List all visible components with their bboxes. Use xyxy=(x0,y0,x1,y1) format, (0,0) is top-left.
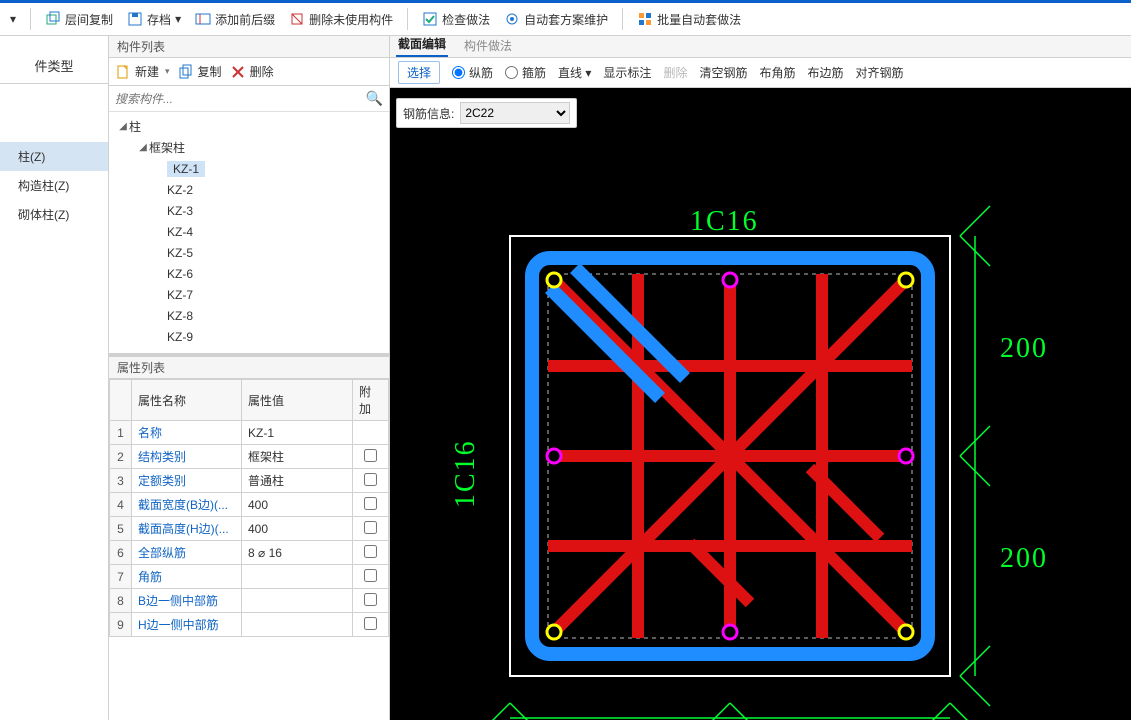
gear-icon xyxy=(504,11,520,27)
property-row[interactable]: 6全部纵筋8 ⌀ 16 xyxy=(110,541,389,565)
tree-item[interactable]: KZ-5 xyxy=(109,242,389,263)
editor-tab[interactable]: 构件做法 xyxy=(462,34,514,57)
top-dim-label: 1C16 xyxy=(690,206,759,238)
left-dim-label: 1C16 xyxy=(450,439,482,508)
component-type-item[interactable]: 柱(Z) xyxy=(0,142,108,171)
corner-rebar-button[interactable]: 布角筋 xyxy=(759,64,795,81)
tree-item[interactable]: ◢框架柱 xyxy=(109,137,389,158)
property-grid[interactable]: 属性名称属性值附加1名称KZ-12结构类别框架柱3定额类别普通柱4截面宽度(B边… xyxy=(109,379,389,720)
select-mode-button[interactable]: 选择 xyxy=(398,61,440,84)
top-toolbar: ▾ 层间复制 存档 ▾ 添加前后缀 删除未使用构件 检查做法 自动套方案维护 批… xyxy=(0,0,1131,36)
edge-rebar-button[interactable]: 布边筋 xyxy=(807,64,843,81)
property-row[interactable]: 2结构类别框架柱 xyxy=(110,445,389,469)
copy-icon xyxy=(178,64,194,80)
delete-rebar-button[interactable]: 删除 xyxy=(663,64,687,81)
delete-icon xyxy=(230,64,246,80)
component-type-item[interactable]: 构造柱(Z) xyxy=(0,171,108,200)
right-dim-1: 200 xyxy=(1000,333,1048,365)
copy-button[interactable]: 复制 xyxy=(178,63,222,80)
search-input[interactable] xyxy=(115,92,366,106)
new-icon xyxy=(115,64,131,80)
line-button[interactable]: 直线 ▾ xyxy=(558,64,591,81)
component-list-header: 构件列表 xyxy=(109,36,389,58)
section-drawing xyxy=(390,88,1131,720)
tree-item[interactable]: KZ-2 xyxy=(109,179,389,200)
clear-rebar-button[interactable]: 清空钢筋 xyxy=(699,64,747,81)
tree-item[interactable]: KZ-1 xyxy=(109,158,389,179)
rebar-info-label: 钢筋信息: xyxy=(403,105,454,122)
show-dim-button[interactable]: 显示标注 xyxy=(603,64,651,81)
property-row[interactable]: 5截面高度(H边)(...400 xyxy=(110,517,389,541)
copy-layer-button[interactable]: 层间复制 xyxy=(41,8,117,31)
auto-maintain-button[interactable]: 自动套方案维护 xyxy=(500,8,612,31)
right-dim-2: 200 xyxy=(1000,543,1048,575)
batch-icon xyxy=(637,11,653,27)
component-type-item[interactable]: 砌体柱(Z) xyxy=(0,200,108,229)
search-icon[interactable]: 🔍 xyxy=(366,90,383,107)
stirrup-radio[interactable]: 箍筋 xyxy=(505,64,546,81)
tree-item[interactable]: KZ-7 xyxy=(109,284,389,305)
editor-tab[interactable]: 截面编辑 xyxy=(396,32,448,57)
delete-button[interactable]: 删除 xyxy=(230,63,274,80)
batch-auto-button[interactable]: 批量自动套做法 xyxy=(633,8,745,31)
align-rebar-button[interactable]: 对齐钢筋 xyxy=(856,64,904,81)
editor-panel: 截面编辑构件做法 选择 纵筋 箍筋 直线 ▾ 显示标注 删除 清空钢筋 布角筋 … xyxy=(390,36,1131,720)
property-row[interactable]: 3定额类别普通柱 xyxy=(110,469,389,493)
component-tree[interactable]: ◢柱◢框架柱KZ-1KZ-2KZ-3KZ-4KZ-5KZ-6KZ-7KZ-8KZ… xyxy=(109,112,389,353)
editor-tabs: 截面编辑构件做法 xyxy=(390,36,1131,58)
property-row[interactable]: 8B边一侧中部筋 xyxy=(110,589,389,613)
property-row[interactable]: 4截面宽度(B边)(...400 xyxy=(110,493,389,517)
delete-unused-button[interactable]: 删除未使用构件 xyxy=(285,8,397,31)
check-method-button[interactable]: 检查做法 xyxy=(418,8,494,31)
dropdown-icon[interactable]: ▾ xyxy=(6,9,20,29)
tree-item[interactable]: KZ-8 xyxy=(109,305,389,326)
tree-item[interactable]: ◢柱 xyxy=(109,116,389,137)
property-row[interactable]: 7角筋 xyxy=(110,565,389,589)
copy-layer-icon xyxy=(45,11,61,27)
tree-item[interactable]: KZ-3 xyxy=(109,200,389,221)
component-list-panel: 构件列表 新建 复制 删除 🔍 ◢柱◢框架柱KZ-1KZ-2KZ-3KZ-4KZ… xyxy=(109,36,390,720)
prefix-icon xyxy=(195,11,211,27)
tree-item[interactable]: KZ-6 xyxy=(109,263,389,284)
archive-button[interactable]: 存档 ▾ xyxy=(123,8,185,31)
editor-toolbar: 选择 纵筋 箍筋 直线 ▾ 显示标注 删除 清空钢筋 布角筋 布边筋 对齐钢筋 xyxy=(390,58,1131,88)
tree-item[interactable]: KZ-4 xyxy=(109,221,389,242)
delete-unused-icon xyxy=(289,11,305,27)
property-row[interactable]: 9H边一侧中部筋 xyxy=(110,613,389,637)
new-button[interactable]: 新建 xyxy=(115,63,170,80)
property-row[interactable]: 1名称KZ-1 xyxy=(110,421,389,445)
add-prefix-button[interactable]: 添加前后缀 xyxy=(191,8,279,31)
archive-icon xyxy=(127,11,143,27)
property-list-header: 属性列表 xyxy=(109,357,389,379)
tree-item[interactable]: KZ-9 xyxy=(109,326,389,347)
rebar-info-bar: 钢筋信息: 2C22 xyxy=(396,98,577,128)
component-type-panel: 件类型 柱(Z)构造柱(Z)砌体柱(Z) xyxy=(0,36,109,720)
section-canvas[interactable]: 钢筋信息: 2C22 xyxy=(390,88,1131,720)
component-type-header: 件类型 xyxy=(0,36,108,84)
check-icon xyxy=(422,11,438,27)
rebar-info-select[interactable]: 2C22 xyxy=(460,102,570,124)
longitudinal-radio[interactable]: 纵筋 xyxy=(452,64,493,81)
